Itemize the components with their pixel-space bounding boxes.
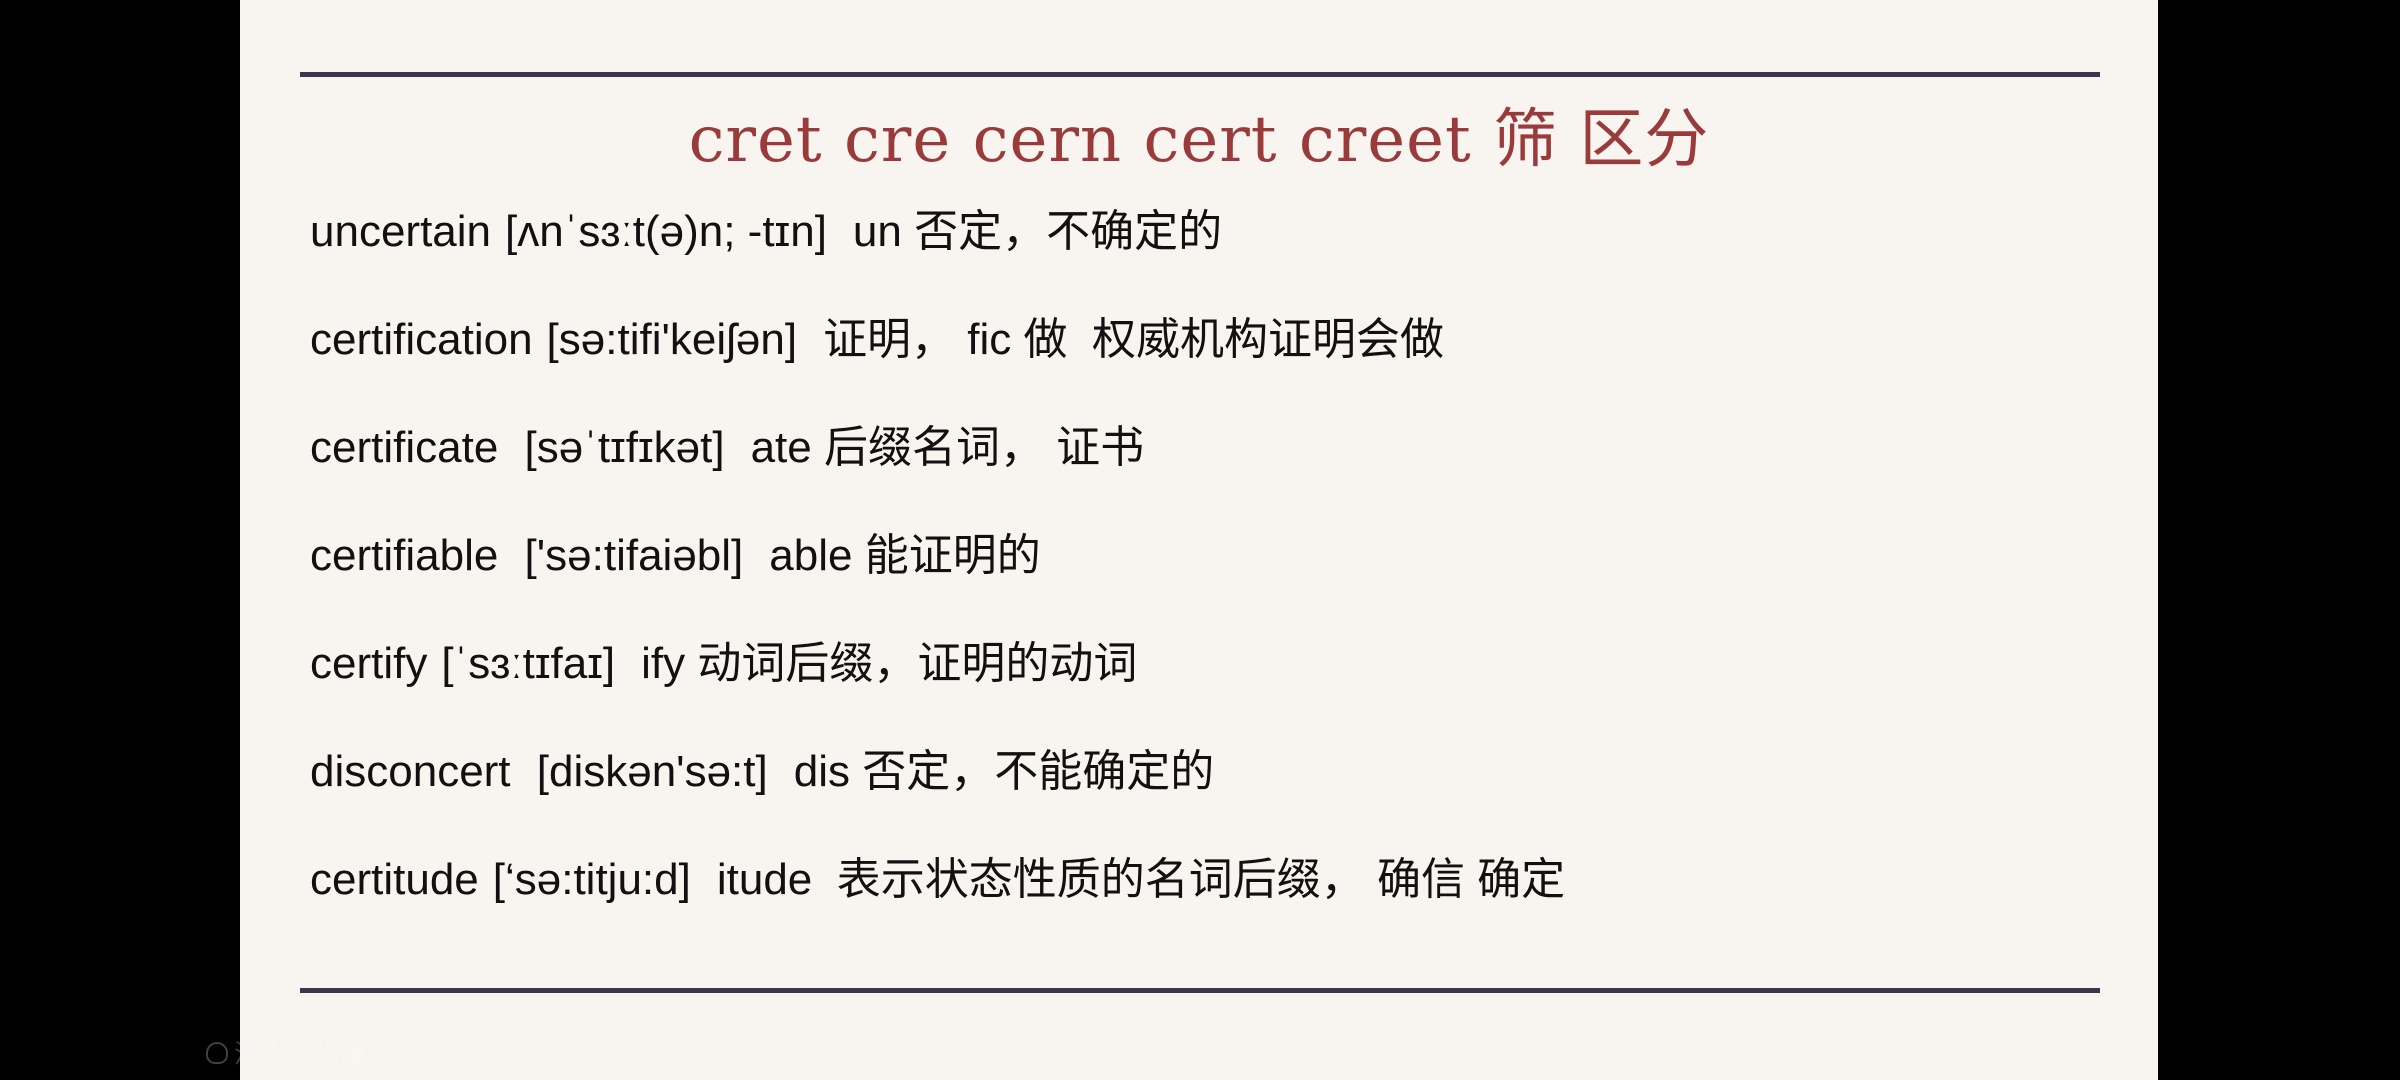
entry-phonetic: [səˈtɪfɪkət] — [512, 423, 725, 472]
slide: cret cre cern cert creet 筛 区分 uncertain [… — [240, 0, 2158, 1080]
slide-title: cret cre cern cert creet 筛 区分 — [688, 103, 1710, 177]
entry-word: certificate — [310, 423, 499, 472]
entry-word: uncertain — [310, 207, 492, 256]
entry-phonetic: [ˈsɜːtɪfaɪ] — [441, 639, 616, 688]
vocabulary-entry: certify [ˈsɜːtɪfaɪ] ify 动词后缀，证明的动词 — [310, 624, 2110, 732]
entry-note: dis 否定，不能确定的 — [793, 747, 1215, 796]
vocabulary-list: uncertain [ʌnˈsɜːt(ə)n; -tɪn] un 否定，不确定的 c… — [310, 192, 2110, 948]
watermark-logo-icon — [206, 1041, 228, 1064]
entry-word: certifiable — [310, 531, 499, 580]
entry-word: disconcert — [310, 747, 511, 796]
entry-word: certitude — [310, 855, 479, 904]
vocabulary-entry: certification [sə:tifi'keiʃən] 证明， fic 做 权… — [310, 300, 2110, 408]
vocabulary-entry: certitude [‘sə:titju:d] itude 表示状态性质的名词后缀，… — [310, 840, 2110, 948]
entry-note: ify 动词后缀，证明的动词 — [641, 639, 1138, 688]
entry-phonetic: [‘sə:titju:d] — [492, 855, 691, 904]
watermark: 没人比我懂 — [206, 1034, 364, 1071]
vocabulary-entry: certifiable ['sə:tifaiəbl] able 能证明的 — [310, 516, 2110, 624]
entry-note: itude 表示状态性质的名词后缀， 确信 确定 — [716, 855, 1566, 904]
entry-phonetic: [diskən'sə:t] — [524, 747, 768, 796]
top-divider — [300, 72, 2100, 77]
vocabulary-entry: uncertain [ʌnˈsɜːt(ə)n; -tɪn] un 否定，不确定的 — [310, 192, 2110, 300]
entry-note: 证明， fic 做 权威机构证明会做 — [823, 315, 1444, 364]
entry-word: certify — [310, 639, 428, 688]
bottom-divider — [300, 988, 2100, 993]
entry-note: able 能证明的 — [769, 531, 1041, 580]
entry-phonetic: [ʌnˈsɜːt(ə)n; -tɪn] — [505, 207, 827, 256]
entry-word: certification — [310, 315, 533, 364]
entry-phonetic: ['sə:tifaiəbl] — [512, 531, 744, 580]
watermark-text: 没人比我懂 — [234, 1039, 365, 1069]
vocabulary-entry: disconcert [diskən'sə:t] dis 否定，不能确定的 — [310, 732, 2110, 840]
vocabulary-entry: certificate [səˈtɪfɪkət] ate 后缀名词， 证书 — [310, 408, 2110, 516]
entry-note: ate 后缀名词， 证书 — [750, 423, 1145, 472]
entry-phonetic: [sə:tifi'keiʃən] — [546, 315, 798, 364]
entry-note: un 否定，不确定的 — [852, 207, 1223, 256]
